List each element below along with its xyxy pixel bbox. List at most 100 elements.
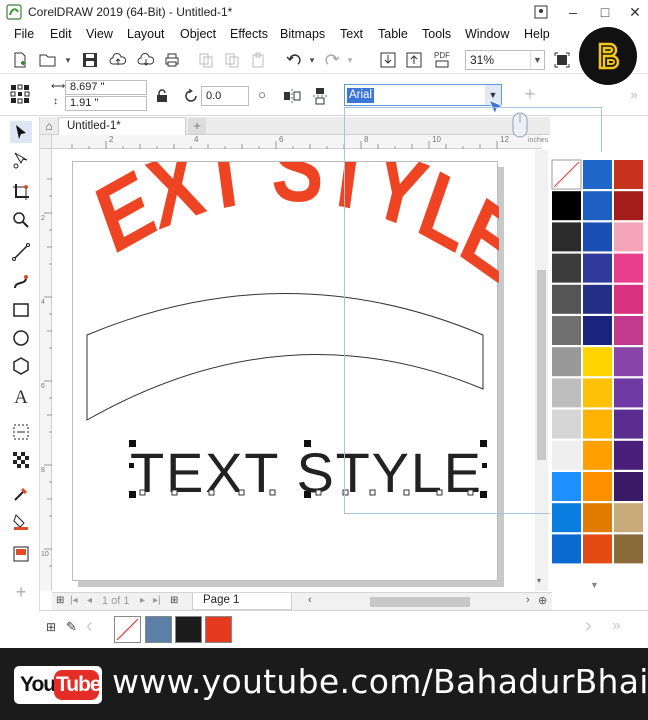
palette-swatch[interactable] — [583, 409, 612, 439]
palette-swatch[interactable] — [583, 534, 612, 564]
last-page-icon[interactable]: ▸| — [153, 595, 161, 606]
scroll-left-icon[interactable]: ‹ — [308, 594, 312, 606]
doc-swatch-none[interactable] — [114, 616, 141, 643]
palette-swatch[interactable] — [552, 191, 581, 221]
palette-swatches[interactable] — [550, 152, 648, 592]
interactive-fill-tool-icon[interactable] — [10, 511, 32, 533]
menu-object[interactable]: Object — [180, 27, 216, 41]
maximize-button[interactable]: □ — [594, 2, 616, 22]
redo-icon[interactable] — [322, 50, 342, 70]
palette-swatch[interactable] — [614, 503, 643, 533]
doc-palette-scroll-left-icon[interactable]: ‹ — [86, 615, 93, 638]
menu-window[interactable]: Window — [465, 27, 509, 41]
palette-swatch[interactable] — [614, 378, 643, 408]
palette-swatch[interactable] — [614, 222, 643, 252]
transparency-tool-icon[interactable] — [10, 449, 32, 471]
palette-swatch[interactable] — [583, 284, 612, 314]
palette-swatch[interactable] — [614, 347, 643, 377]
cloud-upload-icon[interactable] — [108, 50, 128, 70]
doc-swatch-black[interactable] — [175, 616, 202, 643]
pick-tool-icon[interactable] — [10, 121, 32, 143]
publish-pdf-icon[interactable]: PDF — [432, 50, 452, 70]
menu-tools[interactable]: Tools — [422, 27, 451, 41]
palette-swatch[interactable] — [614, 191, 643, 221]
menu-text[interactable]: Text — [340, 27, 363, 41]
palette-swatch[interactable] — [583, 316, 612, 345]
parallel-dimension-tool-icon[interactable] — [10, 421, 32, 443]
palette-swatch[interactable] — [614, 284, 643, 314]
palette-swatch[interactable] — [614, 253, 643, 283]
menu-file[interactable]: File — [14, 27, 34, 41]
font-name-value[interactable]: Arial — [347, 88, 375, 103]
lock-ratio-icon[interactable] — [152, 86, 172, 106]
palette-swatch[interactable] — [583, 160, 612, 189]
palette-swatch[interactable] — [552, 222, 581, 252]
print-icon[interactable] — [162, 50, 182, 70]
rectangle-tool-icon[interactable] — [10, 299, 32, 321]
palette-swatch[interactable] — [583, 472, 612, 501]
vertical-ruler[interactable]: 2 4 6 8 10 — [40, 149, 52, 591]
doc-swatch-red[interactable] — [205, 616, 232, 643]
copy-icon[interactable] — [222, 50, 242, 70]
doc-swatch-steel-blue[interactable] — [145, 616, 172, 643]
menu-effects[interactable]: Effects — [230, 27, 268, 41]
palette-swatch[interactable] — [552, 378, 581, 408]
palette-swatch[interactable] — [614, 440, 643, 470]
export-icon[interactable] — [404, 50, 424, 70]
palette-swatch[interactable] — [552, 253, 581, 283]
add-property-icon[interactable]: + — [520, 84, 540, 104]
palette-swatch[interactable] — [614, 409, 643, 439]
smart-fill-tool-icon[interactable] — [10, 543, 32, 565]
palette-swatch[interactable] — [552, 503, 581, 533]
polygon-tool-icon[interactable] — [10, 355, 32, 377]
zoom-navigator-icon[interactable]: ⊕ — [538, 594, 547, 607]
shape-tool-icon[interactable] — [10, 149, 32, 171]
minimize-button[interactable]: – — [562, 2, 584, 22]
palette-scroll-down-icon[interactable]: ▼ — [590, 580, 599, 590]
palette-swatch[interactable] — [552, 472, 581, 501]
menu-view[interactable]: View — [86, 27, 113, 41]
palette-swatch[interactable] — [583, 191, 612, 221]
expand-toolbar-icon[interactable]: » — [624, 84, 644, 104]
palette-swatch[interactable] — [583, 253, 612, 283]
mirror-vertical-icon[interactable] — [310, 86, 330, 106]
crop-tool-icon[interactable] — [10, 181, 32, 203]
open-dropdown-icon[interactable]: ▾ — [58, 50, 78, 70]
first-page-icon[interactable]: |◂ — [70, 595, 78, 606]
zoom-dropdown-icon[interactable]: ▼ — [530, 51, 544, 69]
ruler-origin[interactable] — [40, 135, 52, 149]
ellipse-tool-icon[interactable] — [10, 327, 32, 349]
doc-palette-scroll-right-icon[interactable]: › — [585, 615, 592, 638]
palette-swatch[interactable] — [552, 316, 581, 345]
palette-swatch[interactable] — [552, 409, 581, 439]
text-tool-icon[interactable]: A — [10, 387, 32, 409]
paste-icon[interactable] — [248, 50, 268, 70]
home-icon[interactable]: ⌂ — [40, 117, 58, 135]
horizontal-scroll-thumb[interactable] — [370, 597, 470, 607]
mirror-horizontal-icon[interactable] — [282, 86, 302, 106]
palette-swatch[interactable] — [583, 440, 612, 470]
open-folder-icon[interactable] — [38, 50, 58, 70]
scroll-right-icon[interactable]: › — [526, 594, 530, 606]
page-tab[interactable]: Page 1 — [192, 593, 292, 610]
previous-page-icon[interactable]: ◂ — [87, 595, 92, 606]
menu-bitmaps[interactable]: Bitmaps — [280, 27, 325, 41]
object-origin-icon[interactable] — [10, 84, 30, 104]
freehand-tool-icon[interactable] — [10, 241, 32, 263]
undo-icon[interactable] — [284, 50, 304, 70]
artistic-media-tool-icon[interactable] — [10, 271, 32, 293]
cut-icon[interactable] — [196, 50, 216, 70]
new-document-icon[interactable] — [10, 50, 30, 70]
close-button[interactable]: ✕ — [624, 2, 646, 22]
menu-table[interactable]: Table — [378, 27, 408, 41]
rotation-input[interactable]: 0.0 — [201, 86, 249, 106]
full-screen-icon[interactable] — [552, 50, 572, 70]
palette-swatch[interactable] — [583, 222, 612, 252]
zoom-level-select[interactable]: 31% ▼ — [465, 50, 545, 70]
eyedropper-icon[interactable]: ✎ — [66, 619, 77, 635]
import-icon[interactable] — [378, 50, 398, 70]
palette-swatch[interactable] — [614, 160, 643, 189]
document-tab[interactable]: Untitled-1* — [58, 117, 186, 135]
palette-swatch[interactable] — [552, 534, 581, 564]
palette-swatch[interactable] — [614, 316, 643, 345]
